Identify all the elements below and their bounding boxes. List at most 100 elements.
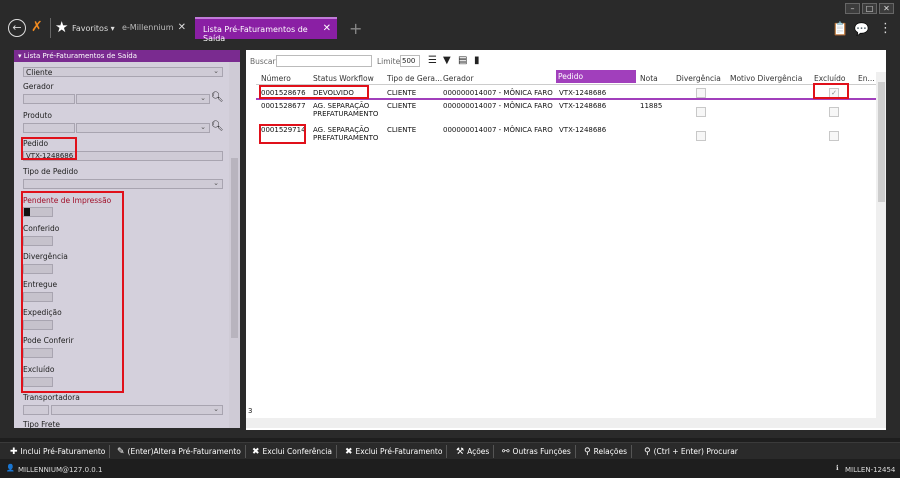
relacoes-button[interactable]: ⚲ Relações	[580, 445, 632, 458]
filter-scrollbar[interactable]	[229, 62, 240, 428]
search-icon[interactable]: 🔍︎	[211, 92, 224, 103]
chevron-down-icon: ⌄	[213, 179, 219, 187]
cell-status: AG. SEPARAÇÃO	[313, 126, 370, 134]
tab-e-millennium[interactable]: e-Millennium ✕	[118, 18, 190, 38]
cell-pedido: VTX-1248686	[559, 102, 607, 110]
search-icon: ⚲	[644, 447, 651, 457]
buscar-label: Buscar	[250, 57, 276, 66]
col-excluido[interactable]: Excluído	[814, 74, 845, 83]
combo-value: Cliente	[26, 68, 53, 77]
table-row[interactable]: 0001529714 AG. SEPARAÇÃO PREFATURAMENTO …	[256, 126, 878, 148]
x-icon: ✖	[252, 447, 260, 457]
tab-lista-pre-faturamentos[interactable]: Lista Pré-Faturamentos de Saída ✕	[195, 17, 337, 43]
cell-tipo: CLIENTE	[387, 102, 417, 110]
buscar-input[interactable]	[276, 55, 372, 67]
more-vert-icon[interactable]: ⋮	[879, 21, 892, 36]
chevron-down-icon: ⌄	[200, 94, 206, 102]
highlight-box	[259, 85, 369, 99]
wand-icon: ⚒	[456, 447, 465, 457]
row-count: 3	[248, 407, 253, 415]
add-tab-icon[interactable]: +	[349, 19, 362, 38]
top-bar: – □ ✕ ← ✗ ★ Favoritos ▾ e-Millennium ✕ Li…	[0, 0, 900, 50]
col-en[interactable]: En...	[858, 74, 875, 83]
close-icon[interactable]: ✕	[323, 23, 331, 34]
filter-panel: ▾ Lista Pré-Faturamentos de Saída Client…	[14, 50, 240, 428]
col-tipo-gerador[interactable]: Tipo de Gera...	[387, 74, 442, 83]
divergencia-checkbox[interactable]	[696, 88, 706, 98]
maximize-button[interactable]: □	[862, 3, 877, 14]
action-bar: ✚ Inclui Pré-Faturamento ✎ (Enter)Altera P…	[0, 442, 900, 459]
back-icon[interactable]: ←	[8, 19, 26, 37]
gerador-combo[interactable]: ⌄	[76, 94, 210, 104]
col-pedido[interactable]: Pedido	[556, 70, 636, 83]
produto-label: Produto	[23, 111, 52, 120]
grid-toolbar: Buscar Limite 500 ☰ ▼ ▤ ▮	[246, 55, 886, 69]
logo-icon[interactable]: ✗	[31, 19, 43, 35]
cell-tipo: CLIENTE	[387, 89, 417, 97]
divergencia-checkbox[interactable]	[696, 107, 706, 117]
clipboard-icon[interactable]: 📋	[832, 22, 848, 37]
col-status-workflow[interactable]: Status Workflow	[313, 74, 374, 83]
limite-input[interactable]: 500	[400, 55, 420, 67]
chat-icon[interactable]: 💬	[854, 22, 869, 36]
tipo-pedido-combo[interactable]: ⌄	[23, 179, 223, 189]
x-icon: ✖	[345, 447, 353, 457]
search-icon[interactable]: 🔍︎	[211, 121, 224, 132]
list-icon[interactable]: ☰	[428, 55, 437, 66]
inclui-pre-faturamento-button[interactable]: ✚ Inclui Pré-Faturamento	[6, 445, 111, 458]
cell-nota: 11885	[640, 102, 663, 110]
highlight-box	[21, 137, 77, 160]
transportadora-code-field[interactable]	[23, 405, 49, 415]
tab-label: e-Millennium	[122, 23, 174, 32]
cliente-combo[interactable]: Cliente ⌄	[23, 67, 223, 77]
favorites-menu[interactable]: Favoritos ▾	[72, 24, 115, 33]
tree-icon: ⚲	[584, 447, 591, 457]
excluido-checkbox[interactable]	[829, 107, 839, 117]
star-icon[interactable]: ★	[55, 18, 68, 36]
close-icon[interactable]: ✕	[178, 22, 186, 33]
user-address: MILLENNIUM@127.0.0.1	[18, 466, 103, 474]
col-nota[interactable]: Nota	[640, 74, 658, 83]
chevron-down-icon: ⌄	[200, 123, 206, 131]
grid-vertical-scrollbar[interactable]	[876, 72, 886, 428]
divider	[50, 18, 51, 38]
cell-gerador: 000000014007 - MÔNICA FARO	[443, 89, 553, 97]
col-numero[interactable]: Número	[261, 74, 291, 83]
scroll-thumb[interactable]	[231, 158, 238, 338]
altera-pre-faturamento-button[interactable]: ✎ (Enter)Altera Pré-Faturamento	[113, 445, 246, 458]
exclui-conferencia-button[interactable]: ✖ Exclui Conferência	[248, 445, 337, 458]
grid-horizontal-scrollbar[interactable]	[246, 418, 876, 428]
outras-funcoes-button[interactable]: ⚯ Outras Funções	[498, 445, 576, 458]
acoes-button[interactable]: ⚒ Ações	[452, 445, 495, 458]
transportadora-label: Transportadora	[23, 393, 80, 402]
highlight-box	[259, 124, 306, 144]
close-window-button[interactable]: ✕	[879, 3, 894, 14]
plus-icon: ✚	[10, 447, 18, 457]
limite-label: Limite	[377, 57, 401, 66]
highlight-box	[21, 191, 124, 393]
grid-panel: Buscar Limite 500 ☰ ▼ ▤ ▮ Número Status …	[246, 50, 886, 430]
produto-code-field[interactable]	[23, 123, 75, 133]
divergencia-checkbox[interactable]	[696, 131, 706, 141]
cell-status-line2: PREFATURAMENTO	[313, 110, 379, 118]
filter-icon[interactable]: ▼	[443, 55, 451, 66]
exclui-pre-faturamento-button[interactable]: ✖ Exclui Pré-Faturamento	[341, 445, 448, 458]
grid-header: Número Status Workflow Tipo de Gera... G…	[256, 70, 878, 85]
gerador-code-field[interactable]	[23, 94, 75, 104]
excluido-checkbox[interactable]	[829, 131, 839, 141]
info-icon: ℹ	[836, 464, 839, 472]
col-divergencia[interactable]: Divergência	[676, 74, 721, 83]
table-row[interactable]: 0001528677 AG. SEPARAÇÃO PREFATURAMENTO …	[256, 102, 878, 124]
scroll-thumb[interactable]	[878, 82, 885, 202]
transportadora-combo[interactable]: ⌄	[51, 405, 223, 415]
col-gerador[interactable]: Gerador	[443, 74, 474, 83]
minimize-button[interactable]: –	[845, 3, 860, 14]
chevron-down-icon: ⌄	[213, 405, 219, 413]
procurar-button[interactable]: ⚲ (Ctrl + Enter) Procurar	[640, 445, 742, 458]
group-icon[interactable]: ▤	[458, 55, 467, 66]
version-label: MILLEN-12454	[845, 466, 896, 474]
produto-combo[interactable]: ⌄	[76, 123, 210, 133]
filter-panel-header[interactable]: ▾ Lista Pré-Faturamentos de Saída	[14, 50, 240, 62]
document-icon[interactable]: ▮	[474, 55, 480, 66]
col-motivo-divergencia[interactable]: Motivo Divergência	[730, 74, 802, 83]
